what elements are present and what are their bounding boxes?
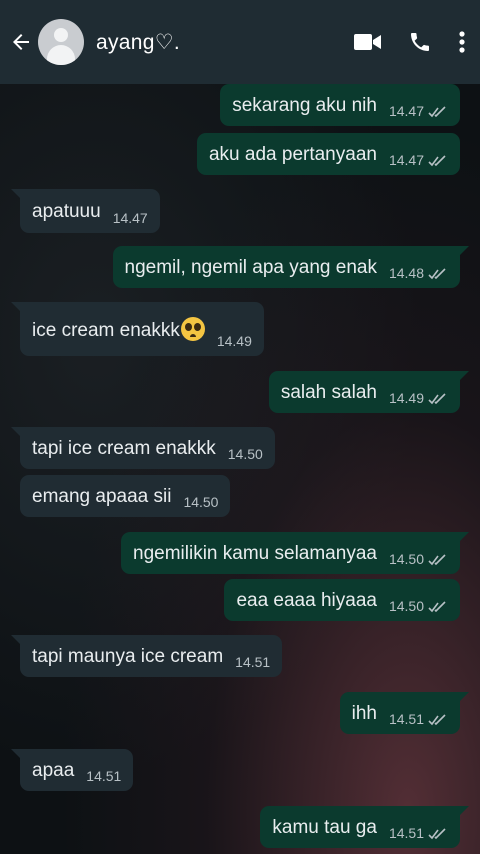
more-options-button[interactable] bbox=[458, 30, 466, 54]
message-time: 14.50 bbox=[389, 552, 448, 566]
message-bubble[interactable]: apatuuu 14.47 bbox=[11, 189, 160, 233]
message-text: apaa bbox=[32, 759, 75, 781]
double-check-icon bbox=[428, 393, 446, 405]
message-text: ice cream enakkk bbox=[32, 317, 205, 341]
message-time: 14.51 bbox=[389, 826, 448, 840]
message-text: ngemil, ngemil apa yang enak bbox=[124, 256, 377, 278]
message-text: apatuuu bbox=[32, 200, 101, 222]
contact-name[interactable]: ayang♡. bbox=[96, 30, 354, 55]
double-check-icon bbox=[428, 268, 446, 280]
arrow-left-icon bbox=[13, 34, 29, 50]
double-check-icon bbox=[428, 601, 446, 613]
message-time: 14.49 bbox=[216, 333, 252, 349]
message-text: tapi ice cream enakkk bbox=[32, 437, 216, 459]
message-time: 14.51 bbox=[86, 768, 122, 784]
double-check-icon bbox=[428, 828, 446, 840]
message-bubble[interactable]: kamu tau ga 14.51 bbox=[260, 806, 469, 848]
message-text: salah salah bbox=[280, 381, 377, 403]
message-time: 14.49 bbox=[389, 391, 448, 405]
message-text: ihh bbox=[351, 702, 377, 724]
message-time: 14.51 bbox=[235, 654, 271, 670]
message-time: 14.47 bbox=[389, 104, 448, 118]
double-check-icon bbox=[428, 106, 446, 118]
chat-header: ayang♡. bbox=[0, 0, 480, 84]
message-bubble[interactable]: ihh 14.51 bbox=[339, 692, 470, 734]
message-time: 14.51 bbox=[389, 712, 448, 726]
phone-icon bbox=[411, 33, 429, 51]
back-button[interactable] bbox=[6, 27, 36, 57]
message-text: aku ada pertanyaan bbox=[208, 143, 377, 165]
double-check-icon bbox=[428, 554, 446, 566]
message-text: kamu tau ga bbox=[272, 816, 377, 838]
double-check-icon bbox=[428, 155, 446, 167]
double-check-icon bbox=[428, 714, 446, 726]
message-bubble[interactable]: ice cream enakkk 14.49 bbox=[11, 302, 264, 356]
message-bubble[interactable]: ngemil, ngemil apa yang enak 14.48 bbox=[112, 246, 470, 288]
message-time: 14.48 bbox=[389, 266, 448, 280]
message-time: 14.47 bbox=[389, 153, 448, 167]
message-bubble[interactable]: eaa eaaa hiyaaa 14.50 bbox=[224, 579, 460, 621]
message-time: 14.50 bbox=[183, 494, 219, 510]
avatar[interactable] bbox=[38, 19, 84, 65]
pleading-face-emoji bbox=[180, 317, 205, 341]
message-time: 14.50 bbox=[227, 446, 263, 462]
video-camera-icon bbox=[354, 34, 381, 50]
message-text: ngemilikin kamu selamanyaa bbox=[133, 542, 377, 564]
message-bubble[interactable]: sekarang aku nih 14.47 bbox=[220, 84, 460, 126]
message-bubble[interactable]: emang apaaa sii 14.50 bbox=[20, 475, 231, 517]
message-bubble[interactable]: tapi maunya ice cream 14.51 bbox=[10, 635, 283, 677]
message-text: emang apaaa sii bbox=[32, 485, 172, 507]
message-time: 14.50 bbox=[389, 599, 448, 613]
message-time: 14.47 bbox=[112, 210, 148, 226]
message-text: eaa eaaa hiyaaa bbox=[236, 589, 377, 611]
message-text: sekarang aku nih bbox=[232, 94, 377, 116]
message-bubble[interactable]: tapi ice cream enakkk 14.50 bbox=[11, 427, 275, 469]
message-bubble[interactable]: salah salah 14.49 bbox=[268, 371, 470, 413]
more-vert-icon bbox=[459, 31, 465, 53]
message-text: tapi maunya ice cream bbox=[32, 645, 224, 667]
message-list[interactable]: sekarang aku nih 14.47 aku ada pertanyaa… bbox=[0, 84, 480, 854]
message-bubble[interactable]: ngemilikin kamu selamanyaa 14.50 bbox=[121, 532, 469, 574]
message-bubble[interactable]: aku ada pertanyaan 14.47 bbox=[196, 133, 460, 175]
voice-call-button[interactable] bbox=[408, 30, 432, 54]
video-call-button[interactable] bbox=[354, 32, 382, 52]
message-bubble[interactable]: apaa 14.51 bbox=[10, 749, 134, 791]
